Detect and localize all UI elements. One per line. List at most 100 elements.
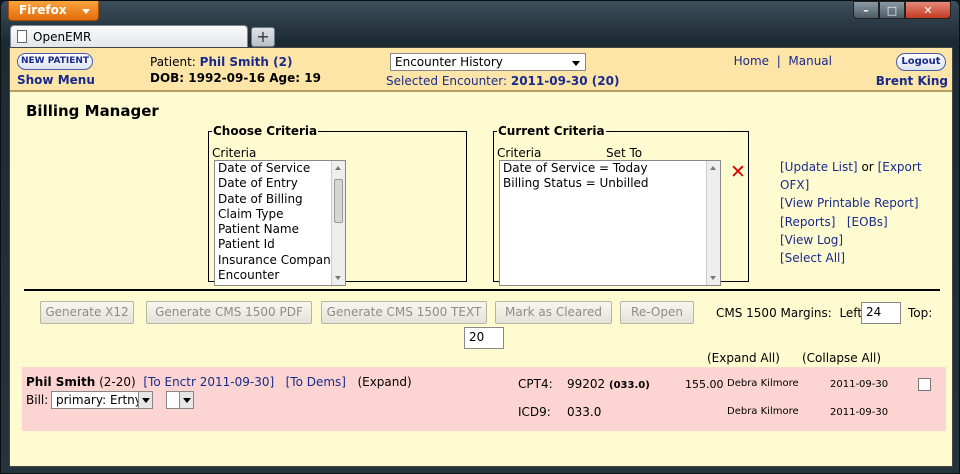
select-all-link[interactable]: [Select All] [780,249,952,267]
encounter-row: Phil Smith (2-20) [To Enctr 2011-09-30] … [22,367,946,431]
dropdown-arrow-icon [82,9,90,14]
line-amount: 155.00 [685,378,724,391]
current-criteria-header: Criteria [497,146,542,160]
scroll-up-icon[interactable] [710,166,716,170]
patient-header: NEW PATIENT Show Menu Patient: Phil Smit… [10,48,952,92]
current-criteria-legend: Current Criteria [498,124,605,138]
browser-window: Firefox – □ ✕ OpenEMR + NEW PATIENT Show… [0,0,960,474]
line-date: 2011-09-30 [830,407,889,418]
selected-encounter-link[interactable]: 2011-09-30 (20) [511,74,620,88]
line-type: CPT4: [518,377,553,391]
new-patient-button[interactable]: NEW PATIENT [17,53,93,70]
encounter-select-value: Encounter History [395,55,503,69]
encounter-pid: (2-20) [99,375,136,389]
view-log-link[interactable]: [View Log] [780,231,952,249]
cms-margins-label: CMS 1500 Margins: Left: [716,306,866,320]
browser-tab-openemr[interactable]: OpenEMR [10,25,248,47]
cpt-modifier: (033.0) [609,380,650,391]
top-margin-input[interactable]: 20 [464,327,504,349]
chevron-down-icon [142,398,150,403]
criteria-option[interactable]: Encounter [215,268,345,283]
criteria-option[interactable]: Date of Billing [215,192,345,207]
reports-link[interactable]: [Reports] [780,215,835,229]
update-list-link[interactable]: [Update List] [780,160,858,174]
link-separator: | [776,54,781,68]
show-menu-link[interactable]: Show Menu [17,73,95,87]
criteria-listbox[interactable]: Date of Service Date of Entry Date of Bi… [214,160,346,286]
tab-title: OpenEMR [33,30,92,44]
close-window-button[interactable]: ✕ [905,1,951,19]
home-link[interactable]: Home [734,54,769,68]
collapse-all-link[interactable]: (Collapse All) [802,351,881,365]
scroll-up-icon[interactable] [335,166,341,170]
printable-report-link[interactable]: [View Printable Report] [780,194,952,212]
window-controls: – □ ✕ [853,1,951,19]
current-criteria-scrollbar[interactable] [706,161,720,285]
current-criteria-listbox[interactable]: Date of Service = Today Billing Status =… [499,160,721,286]
to-demographics-link[interactable]: [To Dems] [286,375,346,389]
criteria-option[interactable]: Claim Type [215,207,345,222]
criteria-option[interactable]: Patient Name [215,222,345,237]
generate-cms-pdf-button[interactable]: Generate CMS 1500 PDF [146,301,312,324]
bill-payer-value: primary: Ertny [56,393,142,407]
page-title: Billing Manager [26,102,159,120]
set-to-header: Set To [606,146,643,160]
patient-line: Patient: Phil Smith (2) [150,55,292,69]
criteria-option[interactable]: Date of Service [215,161,345,176]
scroll-down-icon[interactable] [335,276,341,280]
current-criteria-item[interactable]: Date of Service = Today [500,161,720,176]
top-links: Home | Manual [734,54,832,68]
criteria-scrollbar[interactable] [331,161,345,285]
bill-label: Bill: [26,393,49,407]
criteria-option[interactable]: Date of Entry [215,176,345,191]
minimize-button[interactable]: – [853,1,879,19]
firefox-menu-label: Firefox [19,3,67,17]
dropdown-button[interactable] [138,392,152,408]
top-margin-label: Top: [908,306,933,320]
firefox-menu-button[interactable]: Firefox [8,1,99,21]
encounter-checkbox[interactable] [918,378,931,391]
selected-encounter-label: Selected Encounter: [386,74,508,88]
current-criteria-item[interactable]: Billing Status = Unbilled [500,176,720,191]
remove-criteria-icon[interactable]: ✕ [730,163,746,182]
generate-x12-button[interactable]: Generate X12 [40,301,134,324]
left-margin-input[interactable]: 24 [861,302,901,324]
encounter-history-select[interactable]: Encounter History [390,53,586,71]
bill-secondary-select[interactable] [166,391,194,409]
patient-dob: DOB: 1992-09-16 Age: 19 [150,71,321,85]
line-provider: Debra Kilmore [727,378,799,389]
divider [24,289,940,291]
cms-margins-title: CMS 1500 Margins: [716,306,832,320]
new-tab-button[interactable]: + [251,27,275,47]
patient-name-link[interactable]: Phil Smith (2) [200,55,293,69]
maximize-button[interactable]: □ [879,1,905,19]
criteria-option[interactable]: Insurance Company [215,253,345,268]
manual-link[interactable]: Manual [788,54,832,68]
current-criteria-panel: Current Criteria Criteria Set To Date of… [493,124,749,286]
mark-as-cleared-button[interactable]: Mark as Cleared [495,301,612,324]
dropdown-button[interactable] [179,392,193,408]
choose-criteria-panel: Choose Criteria Criteria Date of Service… [208,124,467,286]
line-date: 2011-09-30 [830,379,889,390]
expand-all-link[interactable]: (Expand All) [707,351,780,365]
bill-payer-select[interactable]: primary: Ertny [51,391,153,409]
criteria-option[interactable]: Patient Id [215,237,345,252]
scroll-thumb[interactable] [334,179,343,223]
encounter-patient-name: Phil Smith [26,375,96,389]
generate-cms-text-button[interactable]: Generate CMS 1500 TEXT [321,301,487,324]
reopen-button[interactable]: Re-Open [620,301,694,324]
criteria-column-header: Criteria [212,146,257,160]
billing-actions: [Update List] or [Export OFX] [View Prin… [780,158,952,267]
encounter-patient-line: Phil Smith (2-20) [To Enctr 2011-09-30] … [26,375,412,389]
selected-encounter: Selected Encounter: 2011-09-30 (20) [386,74,619,88]
eobs-link[interactable]: [EOBs] [847,215,888,229]
to-encounter-link[interactable]: [To Enctr 2011-09-30] [143,375,274,389]
page-icon [17,30,27,43]
scroll-down-icon[interactable] [710,276,716,280]
line-type: ICD9: [518,405,551,419]
logout-button[interactable]: Logout [896,53,946,71]
line-code: 99202 (033.0) [567,377,650,391]
page-content: NEW PATIENT Show Menu Patient: Phil Smit… [9,47,953,467]
expand-link[interactable]: (Expand) [357,375,411,389]
chevron-down-icon [183,398,191,403]
